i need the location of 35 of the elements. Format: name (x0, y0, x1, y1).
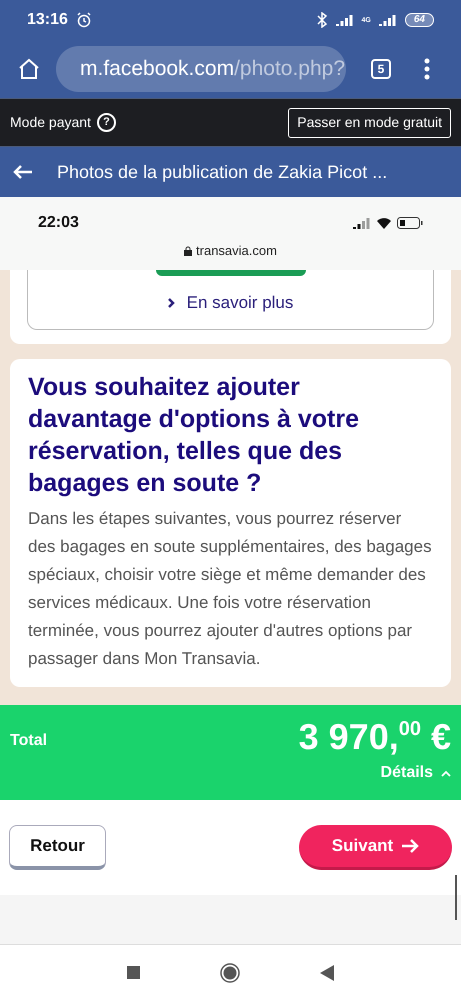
url-field[interactable]: m.facebook.com/photo.php? (56, 46, 346, 92)
lock-icon (184, 246, 192, 256)
alarm-icon (76, 12, 92, 28)
photo-clock-time: 22:03 (38, 213, 79, 233)
home-icon[interactable] (17, 57, 41, 81)
wifi-icon (377, 218, 391, 228)
signal-icon (378, 14, 397, 26)
chevron-right-icon (168, 298, 175, 308)
card-heading: Vous souhaitez ajouter davantage d'options à votre réservation, telles que des bagages en soute ? (28, 372, 360, 499)
help-button[interactable]: ? (96, 113, 116, 132)
signal-icon (353, 217, 371, 229)
tab-count-button[interactable]: 5 (371, 59, 391, 79)
chevron-icon (441, 770, 451, 776)
site-address: transavia.com (196, 242, 277, 260)
more-menu-icon[interactable] (424, 58, 430, 80)
mode-label: Mode payant (10, 113, 91, 132)
back-button[interactable]: Retour (9, 825, 106, 870)
card-body: Dans les étapes suivantes, vous pourrez réserver des bagages en soute supplémentaires, des bagages spéciaux, choisir votre siège et même demander des services médicaux. Une fois votre réservation terminée, vous pourrez ajouter d'autres options par passager dans Mon Transavia. (28, 508, 433, 670)
total-label: Total (10, 731, 48, 751)
total-amount: 3 970,$^{00}$ € (298, 715, 451, 759)
clock-time: 13:16 (27, 10, 68, 30)
battery-icon (397, 217, 423, 229)
page-title: Photos de la publication de Zakia Picot ... (57, 160, 388, 184)
back-arrow-icon[interactable] (13, 164, 33, 180)
battery-level: 64 (404, 13, 434, 27)
scrollbar (455, 875, 457, 920)
arrow-right-icon (401, 838, 420, 854)
back-nav-button[interactable] (320, 964, 334, 980)
free-mode-button[interactable]: Passer en mode gratuit (288, 108, 451, 138)
url-text: m.facebook.com/photo.php? (80, 56, 346, 82)
next-button[interactable]: Suivant (299, 825, 452, 870)
bluetooth-icon (316, 12, 328, 28)
home-button[interactable] (220, 962, 240, 982)
learn-more-link[interactable]: En savoir plus (168, 290, 294, 316)
signal-icon (336, 14, 354, 26)
